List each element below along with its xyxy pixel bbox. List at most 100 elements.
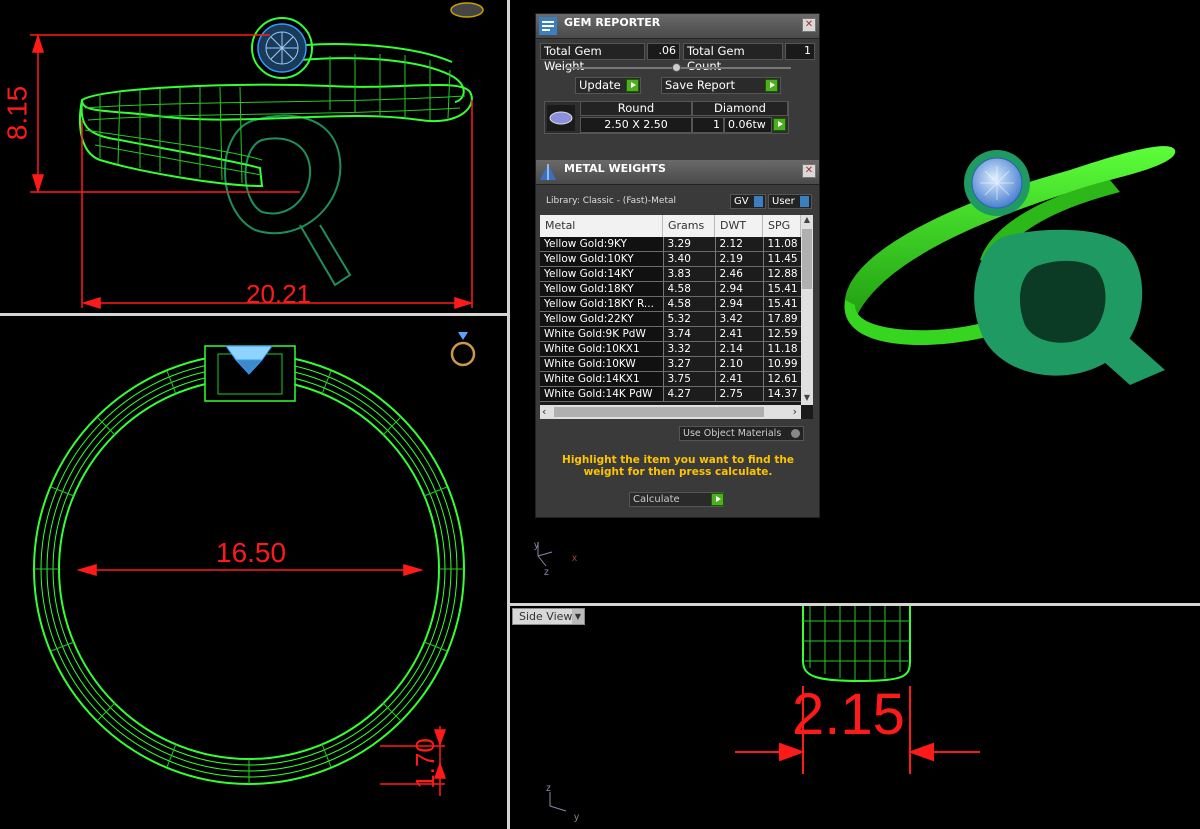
use-object-materials-label: Use Object Materials	[683, 428, 782, 439]
grams-cell: 3.75	[662, 371, 715, 387]
viewport-bottom-left[interactable]: 16.50 1.70	[0, 316, 507, 829]
metal-name-cell: White Gold:10KX1	[540, 341, 663, 357]
gem-go-icon[interactable]	[773, 118, 786, 131]
gem-weight: 0.06tw	[724, 117, 772, 133]
grams-cell: 3.29	[662, 237, 715, 252]
col-header-dwt[interactable]: DWT	[715, 215, 763, 237]
viewport-divider-left[interactable]	[0, 313, 507, 316]
view-select-label: Side View	[519, 610, 573, 623]
table-row[interactable]: White Gold:9K PdW 3.74 2.41 12.59	[540, 326, 813, 342]
grams-cell: 5.32	[662, 311, 715, 327]
viewport-divider-right[interactable]	[510, 603, 1200, 606]
total-gem-weight-field[interactable]: .06	[647, 43, 680, 60]
grams-cell: 3.83	[662, 266, 715, 282]
dwt-cell: 3.42	[714, 311, 763, 327]
user-label: User	[772, 196, 795, 207]
table-row[interactable]: Yellow Gold:9KY 3.29 2.12 11.08	[540, 237, 813, 252]
view-select[interactable]: Side View ▼	[512, 608, 585, 625]
col-header-metal[interactable]: Metal	[540, 215, 663, 237]
metal-name-cell: White Gold:10KW	[540, 356, 663, 372]
ring-front-wireframe	[30, 2, 484, 310]
metal-table: Metal Grams DWT SPG Yellow Gold:9KY 3.29 2…	[540, 215, 813, 419]
scroll-up-icon[interactable]: ▲	[801, 215, 813, 227]
use-object-materials-select[interactable]: Use Object Materials	[679, 426, 804, 441]
metal-name-cell: Yellow Gold:9KY	[540, 237, 663, 252]
axis-y-label: y	[574, 812, 579, 823]
table-row[interactable]: Yellow Gold:18KY 4.58 2.94 15.41	[540, 281, 813, 297]
radio-icon[interactable]	[791, 429, 800, 438]
dimension-height-label: 8.15	[1, 85, 33, 141]
metal-name-cell: Yellow Gold:22KY	[540, 311, 663, 327]
table-row[interactable]: Yellow Gold:22KY 5.32 3.42 17.89	[540, 311, 813, 327]
table-horizontal-scrollbar[interactable]: ‹ ›	[540, 405, 801, 419]
dwt-cell: 2.41	[714, 326, 763, 342]
table-row[interactable]: White Gold:10KX1 3.32 2.14 11.18	[540, 341, 813, 357]
gv-label: GV	[734, 196, 749, 207]
table-row[interactable]: White Gold:14K PdW 4.27 2.75 14.37	[540, 386, 813, 402]
metal-name-cell: Yellow Gold:10KY	[540, 251, 663, 267]
gem-slider-handle[interactable]	[672, 63, 681, 72]
viewport-bottom-right[interactable]: Side View ▼ z y 2.15	[510, 606, 1200, 829]
calculate-label: Calculate	[633, 494, 680, 505]
gem-reporter-titlebar[interactable]: GEM REPORTER ✕	[536, 14, 819, 39]
table-row[interactable]: White Gold:10KW 3.27 2.10 10.99	[540, 356, 813, 372]
close-icon[interactable]: ✕	[802, 164, 816, 178]
save-report-button[interactable]: Save Report	[661, 77, 781, 94]
dwt-cell: 2.46	[714, 266, 763, 282]
metal-name-cell: Yellow Gold:18KY R...	[540, 296, 663, 312]
table-vertical-scrollbar[interactable]: ▲ ▼	[801, 215, 813, 405]
scroll-right-icon[interactable]: ›	[793, 405, 797, 418]
dwt-cell: 2.14	[714, 341, 763, 357]
col-header-spg[interactable]: SPG	[763, 215, 801, 237]
metal-rows: Yellow Gold:9KY 3.29 2.12 11.08 Yellow Gold:…	[540, 237, 813, 402]
save-report-go-icon[interactable]	[765, 79, 778, 92]
metal-weights-titlebar[interactable]: METAL WEIGHTS ✕	[536, 160, 819, 185]
axis-x-label: x	[572, 553, 577, 564]
update-label: Update	[579, 78, 621, 92]
table-row[interactable]: White Gold:14KX1 3.75 2.41 12.61	[540, 371, 813, 387]
grams-cell: 3.32	[662, 341, 715, 357]
total-gem-count-label: Total Gem Count	[683, 43, 783, 73]
metal-weights-icon	[540, 164, 556, 180]
gv-toggle[interactable]: GV	[730, 194, 766, 209]
table-row[interactable]: Yellow Gold:18KY R... 4.58 2.94 15.41	[540, 296, 813, 312]
dimension-diameter-label: 16.50	[216, 537, 287, 568]
metal-name-cell: Yellow Gold:14KY	[540, 266, 663, 282]
dwt-cell: 2.12	[714, 237, 763, 252]
library-label: Library: Classic - (Fast)-Metal	[546, 196, 677, 206]
dwt-cell: 2.10	[714, 356, 763, 372]
calculate-button[interactable]: Calculate	[629, 492, 724, 507]
update-go-icon[interactable]	[626, 79, 639, 92]
table-row[interactable]: Yellow Gold:14KY 3.83 2.46 12.88	[540, 266, 813, 282]
gem-shape: Round	[580, 101, 692, 116]
col-header-grams[interactable]: Grams	[663, 215, 715, 237]
close-icon[interactable]: ✕	[802, 18, 816, 32]
scroll-down-icon[interactable]: ▼	[801, 393, 813, 405]
scroll-left-icon[interactable]: ‹	[542, 405, 546, 418]
metal-name-cell: White Gold:14KX1	[540, 371, 663, 387]
h-scroll-thumb[interactable]	[554, 407, 764, 417]
total-gem-count-field[interactable]: 1	[785, 43, 815, 60]
calculate-go-icon[interactable]	[711, 493, 724, 506]
gem-reporter-icon	[539, 17, 557, 35]
scroll-thumb[interactable]	[802, 229, 812, 289]
viewport-divider-vertical[interactable]	[507, 0, 510, 829]
user-toggle[interactable]: User	[768, 194, 812, 209]
metal-name-cell: White Gold:14K PdW	[540, 386, 663, 402]
round-diamond-icon	[547, 105, 575, 131]
dimension-thickness-label: 1.70	[409, 738, 440, 789]
dwt-cell: 2.19	[714, 251, 763, 267]
grams-cell: 3.40	[662, 251, 715, 267]
reporter-panel: GEM REPORTER ✕ Total Gem Weight .06 Tota…	[535, 13, 820, 518]
metal-name-cell: Yellow Gold:18KY	[540, 281, 663, 297]
dwt-cell: 2.94	[714, 281, 763, 297]
chevron-down-icon[interactable]: ▼	[572, 609, 584, 624]
axis-z-label: z	[546, 783, 551, 794]
table-row[interactable]: Yellow Gold:10KY 3.40 2.19 11.45	[540, 251, 813, 267]
info-icon	[754, 196, 763, 207]
metal-name-cell: White Gold:9K PdW	[540, 326, 663, 342]
viewport-top-left[interactable]: 8.15 20.21	[0, 0, 507, 313]
dwt-cell: 2.94	[714, 296, 763, 312]
axis-z-label: z	[544, 567, 549, 578]
grams-cell: 3.27	[662, 356, 715, 372]
